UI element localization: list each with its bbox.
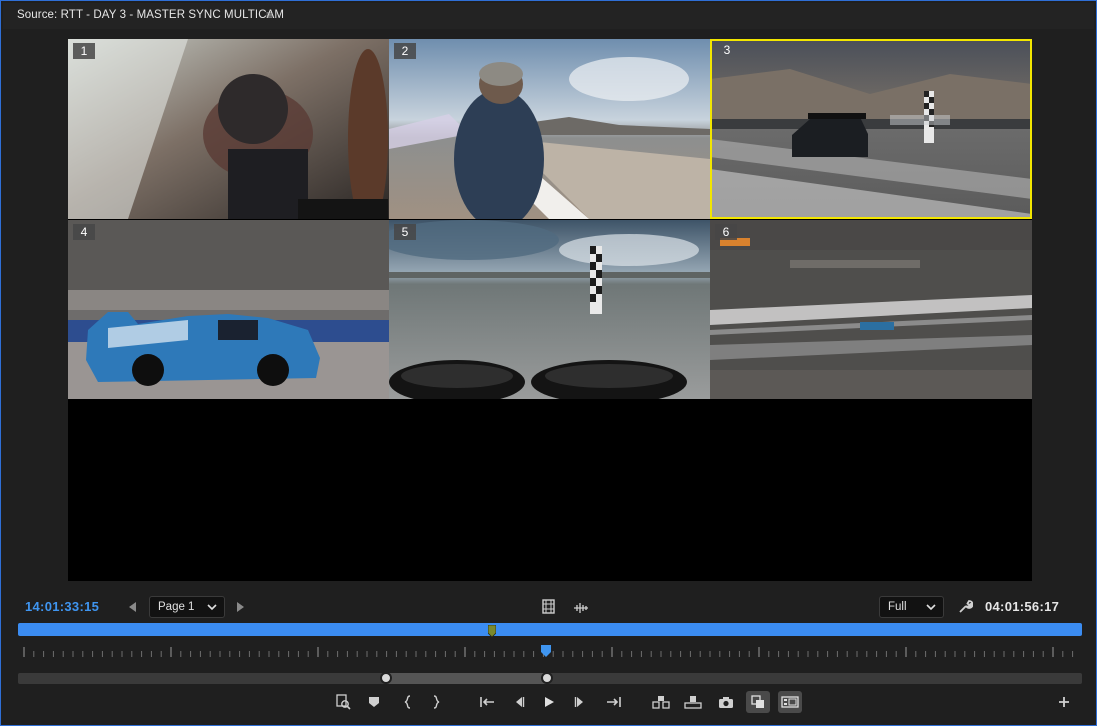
playhead-icon[interactable]	[541, 644, 551, 657]
previous-page-icon[interactable]	[129, 602, 136, 612]
panel-title: Source: RTT - DAY 3 - MASTER SYNC MULTIC…	[17, 9, 285, 21]
hamburger-icon[interactable]: ≡	[266, 8, 273, 22]
step-forward-icon[interactable]	[568, 691, 592, 713]
add-button-icon[interactable]	[1052, 691, 1076, 713]
duration-timecode: 04:01:56:17	[985, 599, 1060, 614]
page-select[interactable]: Page 1	[149, 596, 225, 618]
camera-2-image	[389, 39, 710, 219]
camera-label: 4	[73, 224, 95, 240]
camera-cell-1[interactable]: 1	[68, 39, 389, 219]
audio-waveform-icon[interactable]	[573, 601, 589, 619]
zoom-range[interactable]	[386, 673, 547, 684]
chevron-down-icon	[207, 597, 217, 624]
step-back-icon[interactable]	[507, 691, 531, 713]
camera-4-image	[68, 220, 389, 399]
mark-in-icon[interactable]	[396, 691, 420, 713]
camera-label: 5	[394, 224, 416, 240]
playback-resolution-select[interactable]: Full	[879, 596, 944, 618]
camera-6-image	[710, 220, 1032, 399]
wrench-icon[interactable]	[958, 599, 974, 619]
camera-cell-6[interactable]: 6	[710, 220, 1032, 400]
camera-5-image	[389, 220, 710, 399]
add-marker-icon[interactable]	[331, 691, 355, 713]
overwrite-icon[interactable]	[681, 691, 705, 713]
proxy-toggle-icon[interactable]	[778, 691, 802, 713]
next-page-icon[interactable]	[237, 602, 244, 612]
mark-out-icon[interactable]	[424, 691, 448, 713]
camera-cell-3[interactable]: 3	[710, 39, 1032, 219]
chevron-down-icon	[926, 597, 936, 624]
film-settings-icon[interactable]	[542, 599, 555, 619]
zoom-handle-left[interactable]	[380, 672, 392, 684]
insert-icon[interactable]	[649, 691, 673, 713]
camera-1-image	[68, 39, 389, 219]
go-to-in-icon[interactable]	[475, 691, 499, 713]
toggle-multicam-icon[interactable]	[746, 691, 770, 713]
camera-cell-4[interactable]: 4	[68, 220, 389, 400]
scrub-bar[interactable]	[18, 623, 1082, 636]
camera-cell-2[interactable]: 2	[389, 39, 710, 219]
panel-header: Source: RTT - DAY 3 - MASTER SYNC MULTIC…	[3, 3, 1094, 29]
marker-icon[interactable]	[487, 624, 497, 638]
marker-icon[interactable]	[362, 691, 386, 713]
camera-3-image	[710, 39, 1032, 219]
camera-label: 6	[715, 224, 737, 240]
playback-resolution-value: Full	[888, 601, 907, 613]
multicam-viewer[interactable]: 1 2 3 4 5 6	[68, 39, 1032, 581]
camera-label: 1	[73, 43, 95, 59]
camera-label: 2	[394, 43, 416, 59]
play-icon[interactable]	[537, 691, 561, 713]
playhead-timecode[interactable]: 14:01:33:15	[25, 599, 99, 614]
zoom-handle-right[interactable]	[541, 672, 553, 684]
go-to-out-icon[interactable]	[602, 691, 626, 713]
source-monitor-panel: Source: RTT - DAY 3 - MASTER SYNC MULTIC…	[0, 0, 1097, 726]
page-select-value: Page 1	[158, 601, 195, 613]
export-frame-icon[interactable]	[714, 691, 738, 713]
camera-cell-5[interactable]: 5	[389, 220, 710, 400]
camera-label: 3	[723, 43, 731, 57]
